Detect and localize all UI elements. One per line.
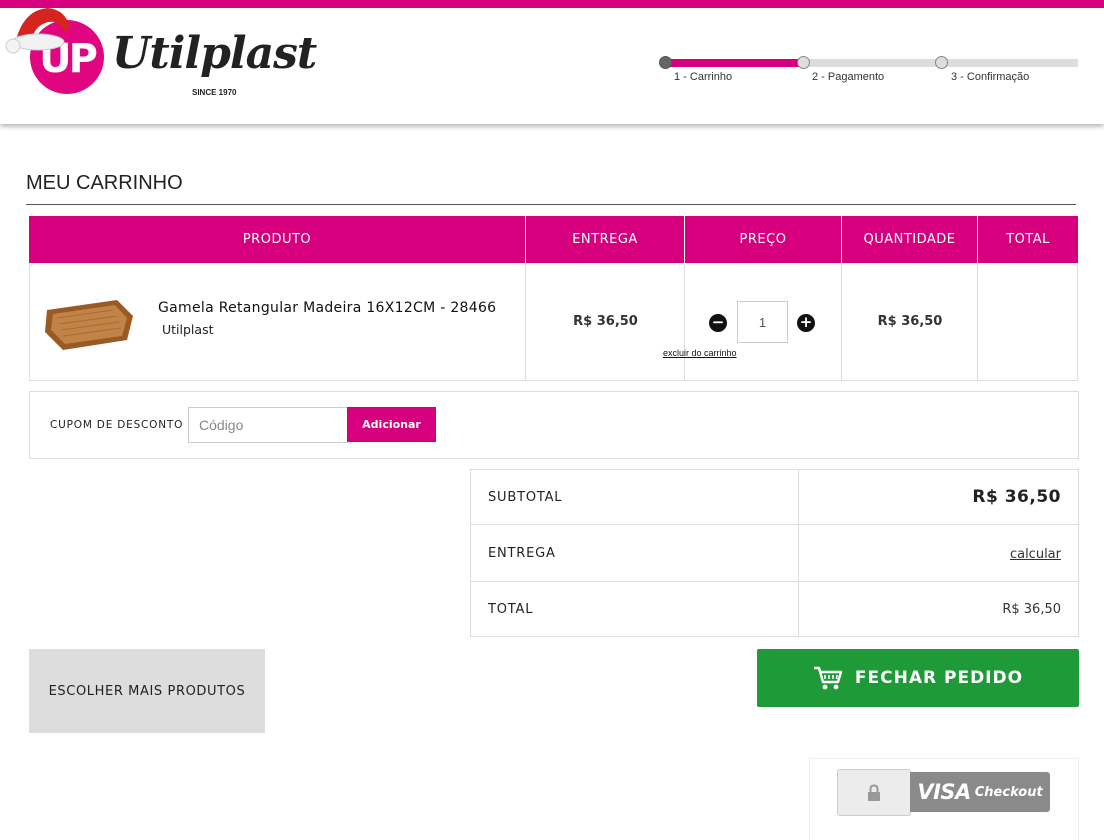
visa-checkout-word: Checkout — [974, 784, 1043, 800]
lock-icon — [868, 783, 880, 801]
coupon-section: CUPOM DE DESCONTO Adicionar — [29, 391, 1079, 459]
visa-word: VISA — [917, 780, 971, 804]
progress-fill — [664, 59, 802, 67]
delivery-label: ENTREGA — [488, 546, 556, 561]
item-total-price: R$ 36,50 — [877, 314, 943, 329]
calculate-shipping-link[interactable]: calcular — [1010, 547, 1061, 562]
step-2-label: 2 - Pagamento — [812, 71, 885, 83]
remove-from-cart-link[interactable]: excluir do carrinho — [663, 348, 737, 358]
total-label: TOTAL — [488, 602, 534, 617]
top-accent-bar — [0, 0, 1104, 8]
subtotal-value: R$ 36,50 — [972, 487, 1061, 507]
plus-icon[interactable]: + — [797, 314, 815, 332]
product-name[interactable]: Gamela Retangular Madeira 16X12CM - 2846… — [158, 300, 496, 316]
checkout-button[interactable]: FECHAR PEDIDO — [757, 649, 1079, 707]
step-3-dot — [935, 56, 948, 69]
product-brand: Utilplast — [162, 322, 214, 337]
coupon-code-input[interactable] — [188, 407, 348, 443]
apply-coupon-button[interactable]: Adicionar — [347, 407, 436, 442]
logo-since: SINCE 1970 — [192, 88, 237, 97]
header-quantidade: QUANTIDADE — [842, 216, 978, 263]
quantity-input[interactable] — [737, 301, 788, 343]
header-preco: PREÇO — [685, 216, 842, 263]
title-divider — [26, 204, 1076, 205]
logo-wordmark[interactable]: Utilplast — [112, 28, 317, 79]
summary-divider — [798, 470, 799, 636]
minus-icon[interactable]: − — [709, 314, 727, 332]
santa-hat-icon — [5, 8, 70, 54]
visa-checkout-button[interactable]: VISA Checkout — [910, 772, 1050, 812]
cart-icon — [813, 666, 843, 690]
table-header-row: PRODUTO ENTREGA PREÇO QUANTIDADE TOTAL — [29, 216, 1078, 263]
total-value: R$ 36,50 — [1002, 602, 1061, 617]
total-row: TOTAL R$ 36,50 — [471, 582, 1078, 636]
header-total: TOTAL — [978, 216, 1078, 263]
order-summary: SUBTOTAL R$ 36,50 ENTREGA calcular TOTAL… — [470, 469, 1079, 637]
page-title: MEU CARRINHO — [26, 172, 183, 194]
step-1-dot — [659, 56, 672, 69]
product-image[interactable] — [43, 296, 135, 352]
delivery-row: ENTREGA calcular — [471, 525, 1078, 582]
header-entrega: ENTREGA — [526, 216, 685, 263]
step-1-label: 1 - Carrinho — [674, 71, 733, 83]
subtotal-row: SUBTOTAL R$ 36,50 — [471, 470, 1078, 525]
visa-lock-button[interactable] — [837, 769, 911, 816]
subtotal-label: SUBTOTAL — [488, 490, 563, 505]
step-2-dot — [797, 56, 810, 69]
header-produto: PRODUTO — [29, 216, 526, 263]
continue-shopping-button[interactable]: ESCOLHER MAIS PRODUTOS — [29, 649, 265, 733]
step-3-label: 3 - Confirmação — [951, 71, 1030, 83]
delivery-price: R$ 36,50 — [573, 314, 638, 329]
coupon-label: CUPOM DE DESCONTO — [50, 419, 184, 431]
checkout-label: FECHAR PEDIDO — [854, 668, 1024, 688]
